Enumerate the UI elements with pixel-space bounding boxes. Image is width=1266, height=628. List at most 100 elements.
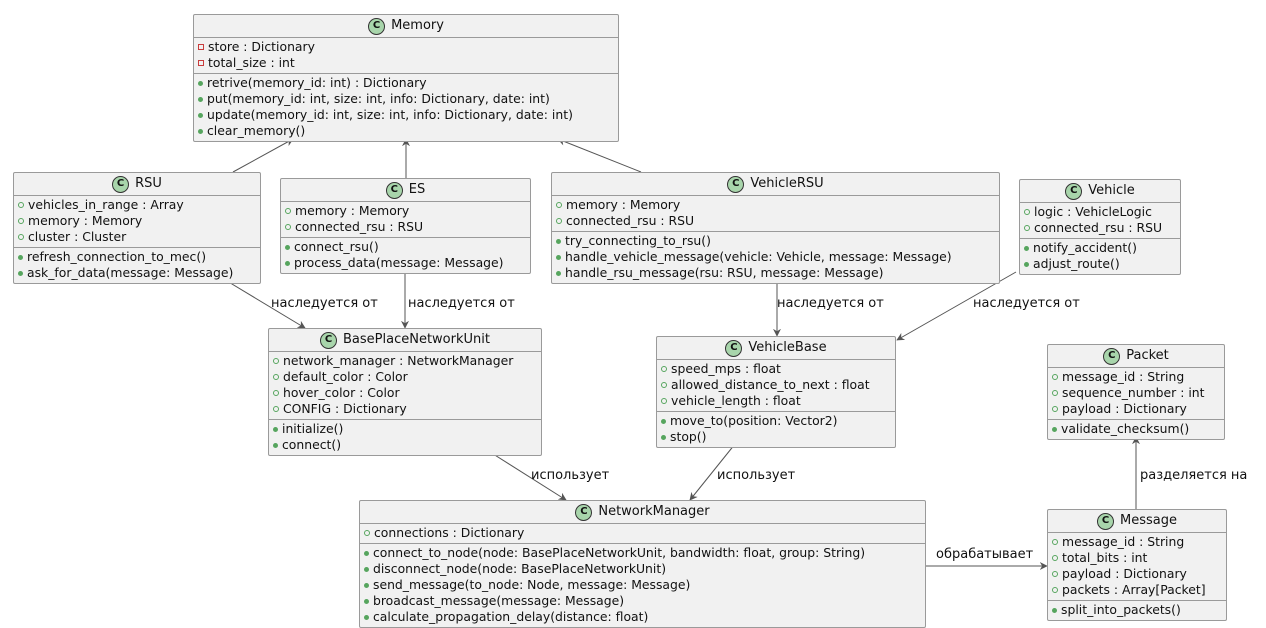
method: calculate_propagation_delay(distance: fl… [373,609,649,624]
public-method-icon [18,254,23,260]
edge-label-vehicle-vehiclebase: наследуется от [973,296,1080,311]
fields: network_manager : NetworkManager default… [269,352,541,420]
method: validate_checksum() [1061,421,1190,436]
method: ask_for_data(message: Message) [27,265,234,280]
fields: speed_mps : float allowed_distance_to_ne… [657,360,895,412]
public-method-icon [364,582,369,588]
class-icon: C [112,175,130,193]
field: connected_rsu : RSU [295,219,424,234]
public-method-icon [1052,607,1057,613]
public-method-icon [285,244,290,250]
edge-rsu-memory [232,138,294,173]
edge-vehiclersu-memory [557,137,642,173]
field: network_manager : NetworkManager [283,353,514,368]
public-field-icon [1052,555,1058,561]
field: speed_mps : float [671,361,781,376]
class-name: NetworkManager [598,504,710,519]
class-name: VehicleRSU [750,176,824,191]
public-method-icon [273,426,278,432]
public-method-icon [364,598,369,604]
public-field-icon [1024,209,1030,215]
class-icon: C [725,339,743,357]
method: clear_memory() [207,123,306,138]
class-name: BasePlaceNetworkUnit [343,332,490,347]
methods: try_connecting_to_rsu() handle_vehicle_m… [552,232,999,283]
methods: retrive(memory_id: int) : Dictionary put… [194,74,618,141]
fields: message_id : String sequence_number : in… [1048,368,1224,420]
public-field-icon [364,530,370,536]
field: store : Dictionary [208,39,315,54]
fields: message_id : String total_bits : int pay… [1048,533,1226,601]
public-field-icon [18,202,24,208]
class-name: Memory [391,18,444,33]
class-icon: C [385,181,403,199]
methods: notify_accident() adjust_route() [1020,239,1180,274]
public-method-icon [661,434,666,440]
public-method-icon [556,270,561,276]
methods: move_to(position: Vector2) stop() [657,412,895,447]
public-method-icon [1052,426,1057,432]
public-field-icon [661,398,667,404]
field: payload : Dictionary [1062,566,1187,581]
class-name: Packet [1126,348,1169,363]
field: cluster : Cluster [28,229,127,244]
methods: connect_rsu() process_data(message: Mess… [281,238,530,273]
public-field-icon [1052,406,1058,412]
public-field-icon [1024,225,1030,231]
field: connections : Dictionary [374,525,525,540]
public-method-icon [556,254,561,260]
edge-label-vehiclebase-nm: использует [717,468,796,483]
fields: vehicles_in_range : Array memory : Memor… [14,196,260,248]
field: total_bits : int [1062,550,1148,565]
edge-label-vehiclersu-vehiclebase: наследуется от [777,296,884,311]
method: process_data(message: Message) [294,255,504,270]
method: split_into_packets() [1061,602,1181,617]
class-rsu: C RSU vehicles_in_range : Array memory : … [13,172,261,284]
method: handle_rsu_message(rsu: RSU, message: Me… [565,265,884,280]
public-method-icon [1024,245,1029,251]
methods: refresh_connection_to_mec() ask_for_data… [14,248,260,283]
field: total_size : int [208,55,295,70]
public-method-icon [273,442,278,448]
edge-label-base-nm: использует [531,468,610,483]
method: try_connecting_to_rsu() [565,233,711,248]
class-vehiclebase: C VehicleBase speed_mps : float allowed_d… [656,336,896,448]
field: hover_color : Color [283,385,400,400]
class-name: RSU [135,176,162,191]
public-field-icon [18,234,24,240]
field: CONFIG : Dictionary [283,401,407,416]
public-field-icon [661,382,667,388]
class-vehicle: C Vehicle logic : VehicleLogic connected_… [1019,179,1181,275]
public-method-icon [198,96,203,102]
class-networkmanager: C NetworkManager connections : Dictionary… [359,500,926,628]
field: memory : Memory [566,197,681,212]
class-icon: C [1103,347,1121,365]
private-field-icon [198,44,204,50]
class-icon: C [1097,512,1114,530]
field: packets : Array[Packet] [1062,582,1206,597]
public-field-icon [1052,374,1058,380]
field: payload : Dictionary [1062,401,1187,416]
method: disconnect_node(node: BasePlaceNetworkUn… [373,561,667,576]
field: connected_rsu : RSU [566,213,695,228]
fields: store : Dictionary total_size : int [194,38,618,74]
public-field-icon [556,218,562,224]
method: initialize() [282,421,344,436]
public-field-icon [556,202,562,208]
method: move_to(position: Vector2) [670,413,838,428]
public-method-icon [198,112,203,118]
public-field-icon [273,406,279,412]
method: broadcast_message(message: Message) [373,593,625,608]
field: logic : VehicleLogic [1034,204,1152,219]
fields: memory : Memory connected_rsu : RSU [281,202,530,238]
class-es: C ES memory : Memory connected_rsu : RSU … [280,178,531,274]
public-field-icon [1052,571,1058,577]
public-field-icon [1052,539,1058,545]
class-icon: C [727,175,745,193]
public-method-icon [1024,261,1029,267]
public-field-icon [273,390,279,396]
public-field-icon [661,366,667,372]
class-icon: C [575,503,593,521]
class-vehiclersu: C VehicleRSU memory : Memory connected_rs… [551,172,1000,284]
method: put(memory_id: int, size: int, info: Dic… [207,91,550,106]
